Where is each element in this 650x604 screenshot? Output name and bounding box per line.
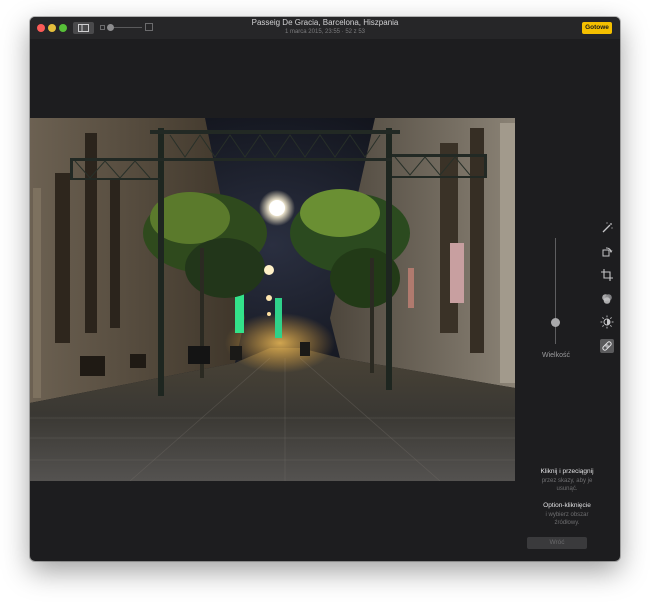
zoom-slider-knob[interactable]	[107, 24, 114, 31]
crop-tool[interactable]	[600, 268, 614, 282]
hint-option-click-title: Option-kliknięcie	[543, 502, 591, 509]
rotate-tool[interactable]	[600, 244, 614, 258]
size-slider[interactable]	[555, 238, 556, 344]
adjust-icon	[600, 315, 614, 329]
rotate-icon	[602, 247, 613, 257]
revert-button[interactable]: Wróć	[527, 537, 587, 549]
hint-option-click-line2: źródłowy.	[554, 520, 580, 526]
filters-tool[interactable]	[600, 292, 614, 306]
split-view-icon	[78, 24, 89, 32]
window-title: Passeig De Gracia, Barcelona, Hiszpania	[251, 18, 399, 27]
filters-icon	[602, 294, 612, 304]
minimize-window-button[interactable]	[48, 24, 56, 32]
street-photo	[30, 118, 515, 481]
hint-click-drag-line2: usunąć.	[556, 486, 578, 492]
retouch-icon	[602, 341, 612, 351]
close-window-button[interactable]	[37, 24, 45, 32]
hint-click-drag-line1: przez skazy, aby je	[541, 478, 593, 484]
done-button[interactable]: Gotowe	[582, 22, 612, 34]
size-label: Wielkość	[541, 352, 570, 359]
zoom-out-icon[interactable]	[100, 25, 105, 30]
crop-icon	[601, 269, 613, 281]
retouch-tool[interactable]	[600, 339, 614, 353]
split-view-button[interactable]	[73, 22, 94, 34]
hint-option-click-line1: i wybierz obszar	[545, 512, 589, 518]
zoom-in-icon[interactable]	[145, 23, 153, 31]
title-bar: Passeig De Gracia, Barcelona, Hiszpania …	[30, 17, 620, 39]
hint-click-drag-title: Kliknij i przeciągnij	[540, 468, 594, 475]
magic-wand-icon	[602, 222, 613, 233]
enhance-tool[interactable]	[600, 221, 614, 235]
photo-canvas[interactable]	[30, 118, 515, 481]
photos-edit-window: Passeig De Gracia, Barcelona, Hiszpania …	[30, 17, 620, 561]
size-slider-knob[interactable]	[551, 318, 560, 327]
window-subtitle: 1 marca 2015, 23:55 · 52 z 53	[284, 29, 366, 35]
zoom-window-button[interactable]	[59, 24, 67, 32]
adjust-tool[interactable]	[600, 315, 614, 329]
